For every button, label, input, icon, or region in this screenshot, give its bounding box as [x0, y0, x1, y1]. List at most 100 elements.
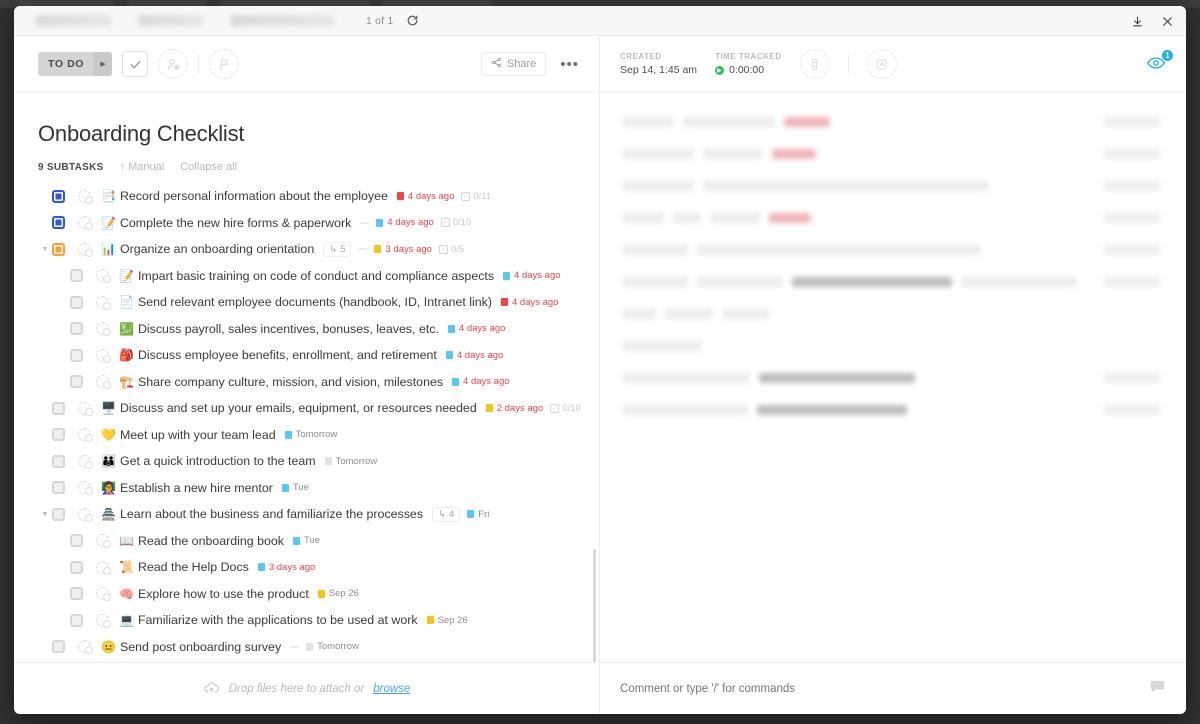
due-date-tag[interactable]: Tomorrow: [324, 456, 377, 467]
template-icon[interactable]: [866, 49, 897, 79]
assignee-avatar[interactable]: [78, 401, 93, 416]
assignee-avatar[interactable]: [78, 216, 93, 231]
browse-link[interactable]: browse: [373, 683, 410, 695]
chevron-down-icon[interactable]: ▼: [38, 511, 52, 518]
breadcrumb-item[interactable]: [230, 15, 334, 26]
subtask-row[interactable]: ▼ 🏯 Learn about the business and familiari…: [14, 501, 599, 528]
empty-field-placeholder[interactable]: [360, 221, 370, 224]
assignee-avatar[interactable]: [78, 428, 93, 443]
due-date-tag[interactable]: Tue: [281, 482, 309, 493]
subtask-checkbox[interactable]: [52, 189, 65, 203]
subtask-checkbox[interactable]: [70, 348, 83, 362]
empty-field-placeholder[interactable]: [358, 248, 368, 251]
page-title[interactable]: Onboarding Checklist: [14, 93, 599, 147]
assignee-avatar[interactable]: [96, 295, 111, 310]
watchers-button[interactable]: 1: [1144, 49, 1174, 75]
add-assignee-button[interactable]: [158, 49, 189, 79]
assignee-avatar[interactable]: [96, 560, 111, 575]
subtask-checkbox[interactable]: [70, 613, 83, 627]
due-date-tag[interactable]: Tomorrow: [284, 429, 337, 440]
subtask-checkbox[interactable]: [70, 322, 83, 336]
subtask-checkbox[interactable]: [52, 454, 65, 468]
due-date-tag[interactable]: 4 days ago: [445, 350, 503, 361]
due-date-tag[interactable]: 4 days ago: [503, 270, 561, 281]
due-date-tag[interactable]: 4 days ago: [452, 376, 510, 387]
timer-play-icon[interactable]: ▶: [715, 65, 725, 75]
due-date-tag[interactable]: Sep 26: [426, 615, 468, 626]
comment-input[interactable]: [620, 682, 1139, 695]
subtask-row[interactable]: ▼💻Familiarize with the applications to b…: [14, 607, 599, 634]
subtask-row[interactable]: ▼💛Meet up with your team leadTomorrow: [14, 422, 599, 449]
mark-complete-button[interactable]: [122, 51, 149, 77]
breadcrumb-item[interactable]: [36, 15, 112, 26]
subtask-checkbox[interactable]: [70, 587, 83, 601]
due-date-tag[interactable]: 3 days ago: [374, 244, 432, 255]
subtask-checkbox[interactable]: [52, 507, 65, 521]
due-date-tag[interactable]: 4 days ago: [396, 191, 454, 202]
share-button[interactable]: Share: [480, 52, 547, 76]
subtask-checkbox[interactable]: [52, 481, 65, 495]
subtask-checkbox[interactable]: [70, 560, 83, 574]
subtask-row[interactable]: ▼😐Send post onboarding surveyTomorrow: [14, 634, 599, 661]
subtask-row[interactable]: ▼👩‍🏫Establish a new hire mentorTue: [14, 475, 599, 502]
empty-field-placeholder[interactable]: [290, 645, 300, 648]
subtask-row[interactable]: ▼📄Send relevant employee documents (hand…: [14, 289, 599, 316]
due-date-tag[interactable]: Fri: [467, 509, 489, 520]
subtask-checkbox[interactable]: [70, 295, 83, 309]
checklist-progress[interactable]: ✓ 0/10: [440, 217, 471, 228]
assignee-avatar[interactable]: [78, 481, 93, 496]
subtask-row[interactable]: ▼📝Complete the new hire forms & paperwor…: [14, 210, 599, 237]
due-date-tag[interactable]: 4 days ago: [447, 323, 505, 334]
subtask-row[interactable]: ▼🖥️Discuss and set up your emails, equip…: [14, 395, 599, 422]
time-tracked-block[interactable]: TIME TRACKED ▶ 0:00:00: [715, 52, 781, 76]
subtask-checkbox[interactable]: [52, 216, 65, 230]
due-date-tag[interactable]: 3 days ago: [257, 562, 315, 573]
assignee-avatar[interactable]: [78, 507, 93, 522]
subtask-row[interactable]: ▼ 📊 Organize an onboarding orientation ↳ 5 3 …: [14, 236, 599, 263]
subtask-checkbox[interactable]: [52, 242, 65, 256]
subtask-row[interactable]: ▼📖Read the onboarding bookTue: [14, 528, 599, 555]
checklist-progress[interactable]: ✓ 0/11: [461, 191, 491, 202]
subtask-scroll-area[interactable]: ▼ 📑Record personal information about the …: [14, 179, 599, 662]
minimize-icon[interactable]: [1124, 9, 1150, 33]
due-date-tag[interactable]: Tue: [293, 535, 320, 546]
due-date-tag[interactable]: 2 days ago: [485, 403, 543, 414]
assignee-avatar[interactable]: [96, 587, 111, 602]
assignee-avatar[interactable]: [78, 454, 93, 469]
subtask-checkbox[interactable]: [70, 375, 83, 389]
subtask-checkbox[interactable]: [70, 534, 83, 548]
checklist-progress[interactable]: ✓ 0/5: [438, 244, 464, 255]
sort-mode-button[interactable]: ↑ Manual: [120, 161, 165, 173]
assignee-avatar[interactable]: [96, 269, 111, 284]
subtask-row[interactable]: ▼💹Discuss payroll, sales incentives, bon…: [14, 316, 599, 343]
assignee-avatar[interactable]: [78, 242, 93, 257]
assignee-avatar[interactable]: [78, 640, 93, 655]
nested-subtask-count-badge[interactable]: ↳ 5: [323, 241, 352, 257]
subtask-row[interactable]: ▼📜Read the Help Docs3 days ago: [14, 554, 599, 581]
subtask-checkbox[interactable]: [52, 640, 65, 654]
subtask-checkbox[interactable]: [52, 428, 65, 442]
due-date-tag[interactable]: 4 days ago: [376, 217, 434, 228]
vertical-scrollbar[interactable]: [593, 549, 596, 662]
comment-bubble-icon[interactable]: [1149, 678, 1166, 700]
refresh-icon[interactable]: [405, 14, 419, 28]
subtask-checkbox[interactable]: [52, 401, 65, 415]
due-date-tag[interactable]: Tomorrow: [306, 641, 359, 652]
assignee-avatar[interactable]: [96, 375, 111, 390]
assignee-avatar[interactable]: [96, 322, 111, 337]
priority-flag-button[interactable]: [209, 49, 240, 79]
subtask-row[interactable]: ▼📑Record personal information about the …: [14, 183, 599, 210]
status-dropdown[interactable]: TO DO ▶: [38, 52, 113, 76]
breadcrumb-item[interactable]: [138, 15, 204, 26]
subtask-row[interactable]: ▼📝Impart basic training on code of condu…: [14, 263, 599, 290]
due-date-tag[interactable]: Sep 26: [317, 588, 359, 599]
more-options-button[interactable]: •••: [556, 57, 583, 72]
subtask-checkbox[interactable]: [70, 269, 83, 283]
subtask-row[interactable]: ▼👪Get a quick introduction to the teamTo…: [14, 448, 599, 475]
chevron-down-icon[interactable]: ▼: [38, 246, 52, 253]
collapse-all-button[interactable]: Collapse all: [180, 161, 237, 173]
assignee-avatar[interactable]: [96, 348, 111, 363]
due-date-tag[interactable]: 4 days ago: [500, 297, 558, 308]
activity-feed[interactable]: [600, 93, 1186, 662]
hourglass-icon[interactable]: [799, 49, 830, 79]
